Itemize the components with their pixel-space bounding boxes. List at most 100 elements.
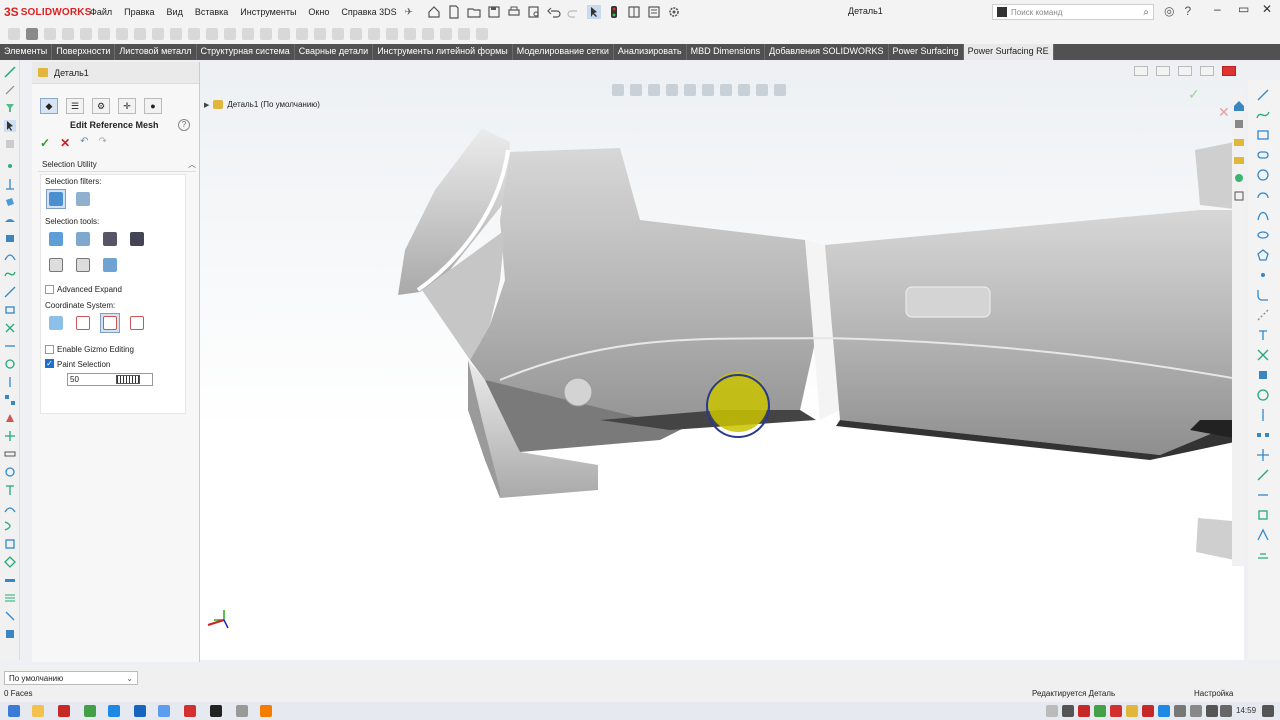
viewport-restore-icon[interactable] (1200, 66, 1214, 76)
previous-view-icon[interactable] (648, 84, 660, 96)
view-settings-icon[interactable] (774, 84, 786, 96)
tray-app-icon[interactable] (1142, 705, 1154, 717)
tray-app-icon[interactable] (1078, 705, 1090, 717)
circle-icon[interactable] (1256, 168, 1270, 182)
mirror-entities-icon[interactable] (1256, 408, 1270, 422)
polygon-icon[interactable] (1256, 248, 1270, 262)
curve-icon[interactable] (4, 250, 16, 262)
slot-icon[interactable] (1256, 148, 1270, 162)
mirror-icon[interactable] (4, 376, 16, 388)
advanced-expand-checkbox[interactable] (45, 285, 54, 294)
display-style-icon[interactable] (702, 84, 714, 96)
knit-icon[interactable] (4, 556, 16, 568)
tab-evaluate[interactable]: Анализировать (614, 44, 687, 60)
loft-icon[interactable] (4, 502, 16, 514)
section-icon[interactable] (4, 466, 16, 478)
tab-power-surfacing-re[interactable]: Power Surfacing RE (963, 44, 1054, 60)
filter-mesh-button[interactable] (73, 189, 93, 209)
shrink-selection-button[interactable] (73, 255, 93, 275)
scene-icon[interactable] (756, 84, 768, 96)
zoom-to-fit-icon[interactable] (612, 84, 624, 96)
user-account-icon[interactable]: ◎ (1164, 4, 1174, 18)
paint-selection-checkbox[interactable]: ✓ (45, 359, 54, 368)
curve-icon[interactable] (1256, 208, 1270, 222)
design-library-icon[interactable] (1233, 136, 1245, 148)
solidworks-logo[interactable]: 3S SOLIDWORKS (0, 5, 91, 19)
tray-app-icon[interactable] (1174, 705, 1186, 717)
smart-dimension-icon[interactable] (4, 84, 16, 96)
tab-structure-system[interactable]: Структурная система (197, 44, 295, 60)
tray-app-icon[interactable] (1094, 705, 1106, 717)
help-icon[interactable]: ? (178, 119, 190, 131)
point-icon[interactable] (1256, 268, 1270, 282)
select-icon[interactable] (4, 120, 16, 132)
select-arrow-icon[interactable] (587, 5, 602, 19)
calendar-taskbar-icon[interactable] (134, 705, 146, 717)
replace-face-icon[interactable] (4, 628, 16, 640)
select-invert-button[interactable] (100, 229, 120, 249)
sketch-line-icon[interactable] (4, 66, 16, 78)
tab-mold-tools[interactable]: Инструменты литейной формы (373, 44, 513, 60)
trim-icon[interactable] (4, 322, 16, 334)
text-tool-icon[interactable] (1256, 328, 1270, 342)
coord-custom-button[interactable] (127, 313, 147, 333)
boundary-icon[interactable] (4, 538, 16, 550)
options-gear-icon[interactable] (667, 5, 681, 19)
chevron-down-icon[interactable]: ⌄ (126, 674, 133, 683)
appearance-icon[interactable] (738, 84, 750, 96)
expand-arrow-icon[interactable]: ▶ (204, 101, 209, 109)
tab-surfaces[interactable]: Поверхности (52, 44, 116, 60)
hide-show-icon[interactable] (720, 84, 732, 96)
redo-icon[interactable] (567, 5, 581, 19)
menu-help[interactable]: Справка 3DS (335, 7, 402, 17)
section-view-icon[interactable] (666, 84, 678, 96)
axis-icon[interactable] (4, 178, 16, 190)
app-taskbar-icon[interactable] (108, 705, 120, 717)
enable-gizmo-checkbox[interactable] (45, 345, 54, 354)
move-entities-icon[interactable] (1256, 448, 1270, 462)
pdf-reader-taskbar-icon[interactable] (58, 705, 70, 717)
coord-normal-button[interactable] (100, 313, 120, 333)
tray-chevron-icon[interactable] (1046, 705, 1058, 717)
select-grow-button[interactable] (73, 229, 93, 249)
coord-local-button[interactable] (73, 313, 93, 333)
app-taskbar-icon[interactable] (84, 705, 96, 717)
point-icon[interactable] (4, 160, 16, 172)
delete-face-icon[interactable] (4, 610, 16, 622)
menu-tools[interactable]: Инструменты (234, 7, 302, 17)
appearances-icon[interactable] (1233, 172, 1245, 184)
rectangle-icon[interactable] (1256, 128, 1270, 142)
filter-faces-button[interactable] (46, 189, 66, 209)
offset-icon[interactable] (4, 358, 16, 370)
file-explorer-icon[interactable] (1233, 154, 1245, 166)
home-icon[interactable] (427, 5, 441, 19)
help-icon[interactable]: ? (1184, 4, 1191, 18)
confirmation-cancel-icon[interactable]: ✕ (1218, 104, 1230, 121)
display-relations-icon[interactable] (1256, 468, 1270, 482)
save-icon[interactable] (487, 5, 501, 19)
tray-app-icon[interactable] (1110, 705, 1122, 717)
app-taskbar-icon[interactable] (210, 705, 222, 717)
cancel-x-icon[interactable]: ✕ (60, 136, 70, 150)
measure-icon[interactable] (4, 448, 16, 460)
viewport-tree-flyout[interactable]: ▶ Деталь1 (По умолчанию) (204, 100, 320, 109)
rectangle-icon[interactable] (4, 304, 16, 316)
coord-global-button[interactable] (46, 313, 66, 333)
start-icon[interactable] (8, 705, 20, 717)
surface-icon[interactable] (4, 214, 16, 226)
linear-pattern-icon[interactable] (1256, 428, 1270, 442)
menu-file[interactable]: Файл (84, 7, 118, 17)
redo-icon[interactable]: ↷ (99, 136, 107, 150)
menu-insert[interactable]: Вставка (189, 7, 234, 17)
repair-sketch-icon[interactable] (1256, 488, 1270, 502)
offset-entities-icon[interactable] (1256, 388, 1270, 402)
home-view-icon[interactable] (1233, 100, 1245, 112)
tab-mesh-modeling[interactable]: Моделирование сетки (513, 44, 614, 60)
feature-manager-tab-icon[interactable]: ◆ (40, 98, 58, 114)
tab-solidworks-addins[interactable]: Добавления SOLIDWORKS (765, 44, 889, 60)
collapse-chevron-icon[interactable]: ︿ (188, 159, 196, 170)
spline-icon[interactable] (4, 268, 16, 280)
new-document-icon[interactable] (447, 5, 461, 19)
centerline-icon[interactable] (1256, 308, 1270, 322)
microphone-icon[interactable] (1062, 705, 1074, 717)
